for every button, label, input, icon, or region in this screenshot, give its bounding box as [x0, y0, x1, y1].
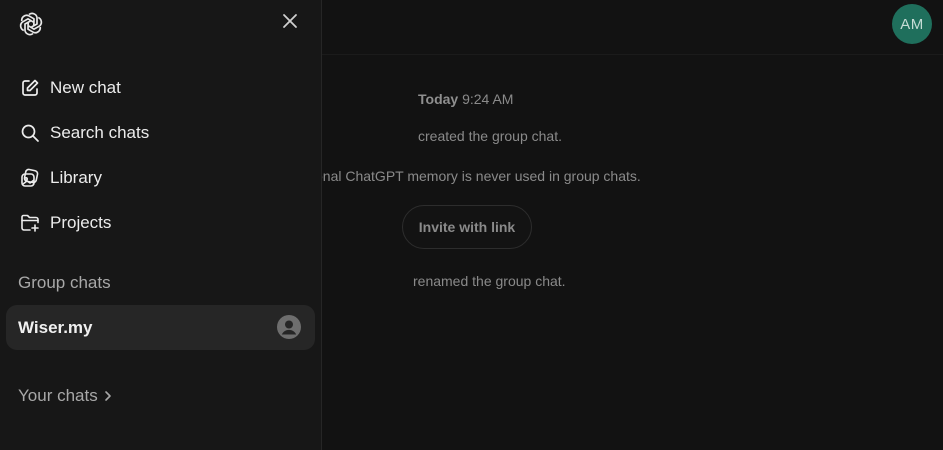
timestamp: Today 9:24 AM	[418, 91, 513, 107]
created-group-message: created the group chat.	[418, 128, 562, 144]
group-chats-heading: Group chats	[18, 273, 111, 292]
new-chat-label: New chat	[50, 78, 121, 97]
close-sidebar-button[interactable]	[278, 11, 302, 35]
group-chat-item[interactable]: Wiser.my	[6, 305, 315, 350]
close-icon	[282, 13, 298, 34]
library-button[interactable]: Library	[8, 158, 314, 198]
your-chats-toggle[interactable]: Your chats	[18, 386, 114, 406]
library-icon	[19, 167, 41, 189]
person-icon	[277, 315, 301, 339]
group-chat-label: Wiser.my	[18, 317, 93, 337]
sidebar: New chat Search chats Library Projects G…	[0, 0, 322, 450]
folder-plus-icon	[19, 212, 41, 234]
projects-label: Projects	[50, 213, 112, 232]
search-chats-label: Search chats	[50, 123, 150, 142]
renamed-group-message: renamed the group chat.	[413, 273, 566, 289]
edit-icon	[19, 77, 41, 99]
group-chat-timeline: Today 9:24 AM created the group chat. so…	[308, 0, 943, 450]
projects-button[interactable]: Projects	[8, 203, 314, 243]
new-chat-button[interactable]: New chat	[8, 68, 314, 108]
your-chats-label: Your chats	[18, 386, 98, 405]
invite-with-link-button[interactable]: Invite with link	[402, 205, 532, 249]
search-chats-button[interactable]: Search chats	[8, 113, 314, 153]
openai-logo-icon[interactable]	[17, 10, 45, 38]
memory-notice: sonal ChatGPT memory is never used in gr…	[308, 168, 641, 184]
app-window: AM Today 9:24 AM created the group chat.…	[0, 0, 943, 450]
chevron-right-icon	[104, 390, 114, 402]
search-icon	[19, 122, 41, 144]
today-label: Today	[418, 91, 459, 107]
library-label: Library	[50, 168, 102, 187]
time-label: 9:24 AM	[462, 91, 514, 107]
